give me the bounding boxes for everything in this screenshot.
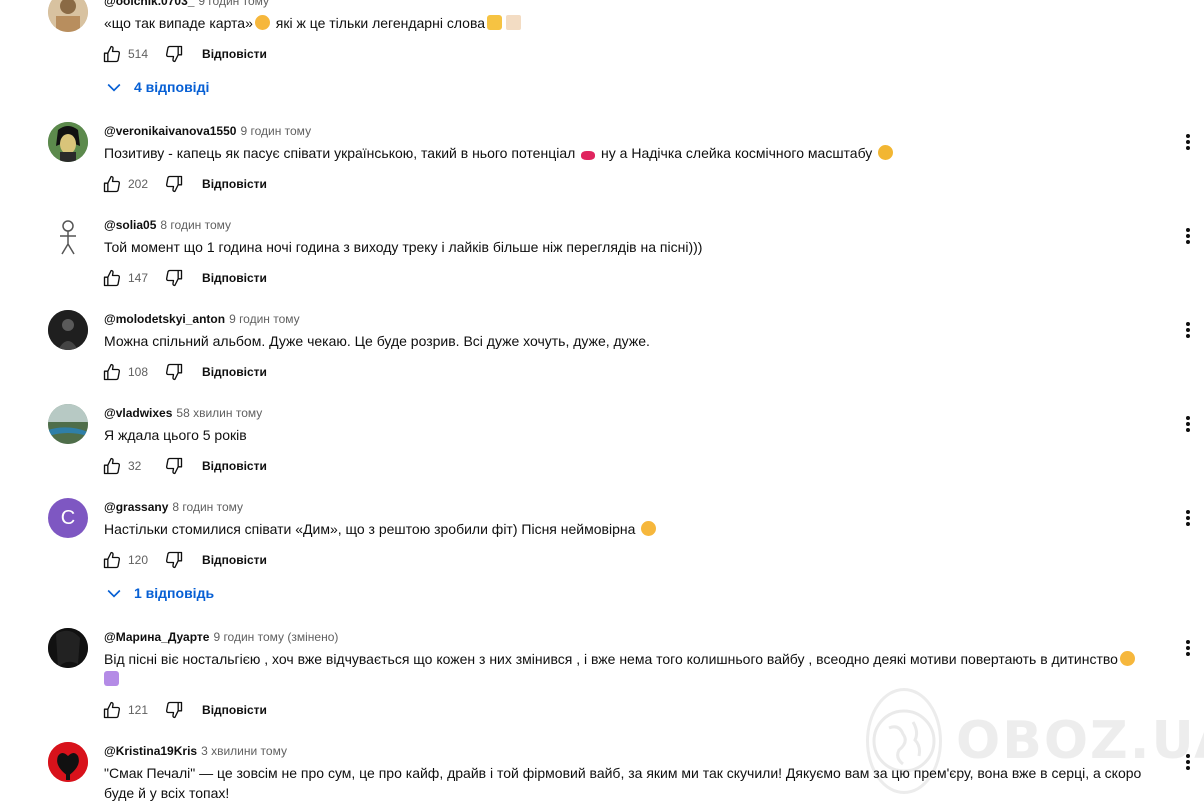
dislike-icon[interactable]: [162, 42, 186, 66]
avatar[interactable]: C: [48, 498, 88, 538]
reply-button[interactable]: Відповісти: [202, 177, 267, 191]
like-icon[interactable]: [100, 266, 124, 290]
comment-time[interactable]: 8 годин тому: [160, 218, 231, 232]
comment-author[interactable]: @solia05: [104, 218, 156, 232]
comment-text: Від пісні віє ностальгією , хоч вже вiдч…: [104, 649, 1174, 689]
comment-actions: 108 Відповісти: [100, 360, 267, 384]
more-options-icon[interactable]: [1176, 224, 1200, 248]
comment-author[interactable]: @Марина_Дуарте: [104, 630, 209, 644]
comment-time[interactable]: 9 годин тому: [240, 124, 311, 138]
more-options-icon[interactable]: [1176, 130, 1200, 154]
like-count: 121: [128, 703, 149, 717]
heart-eyes-emoji-icon: [641, 521, 657, 536]
dislike-icon[interactable]: [162, 548, 186, 572]
like-icon[interactable]: [100, 454, 124, 478]
comment-author[interactable]: @vladwixes: [104, 406, 172, 420]
like-count: 514: [128, 47, 149, 61]
avatar[interactable]: [48, 122, 88, 162]
dislike-icon[interactable]: [162, 698, 186, 722]
lips-emoji-icon: [581, 151, 596, 160]
avatar[interactable]: [48, 216, 88, 256]
comment-actions: 120 Відповісти: [100, 548, 267, 572]
like-count: 32: [128, 459, 142, 473]
pleading-face-emoji-icon: [1119, 651, 1135, 666]
skin-tone-emoji-icon: [506, 15, 522, 30]
avatar[interactable]: [48, 0, 88, 32]
like-icon[interactable]: [100, 698, 124, 722]
reply-button[interactable]: Відповісти: [202, 703, 267, 717]
chevron-down-icon: [104, 583, 124, 603]
comment-author[interactable]: @molodetskyi_anton: [104, 312, 225, 326]
purple-heart-emoji-icon: [104, 671, 119, 686]
comment-text: Позитиву - капець як пасує співати украї…: [104, 143, 1174, 163]
comment-actions: 121 Відповісти: [100, 698, 267, 722]
more-options-icon[interactable]: [1176, 636, 1200, 660]
comment-text: «що так випаде карта» які ж це тільки ле…: [104, 13, 1174, 33]
like-icon[interactable]: [100, 42, 124, 66]
comment-time[interactable]: 3 хвилини тому: [201, 744, 287, 758]
show-replies-button[interactable]: 1 відповідь: [104, 582, 214, 604]
reply-button[interactable]: Відповісти: [202, 553, 267, 567]
comment-time[interactable]: 9 годин тому: [198, 0, 269, 8]
comment-text: Той момент що 1 година ночі година з вих…: [104, 239, 703, 255]
like-count: 202: [128, 177, 149, 191]
comment-author[interactable]: @grassany: [104, 500, 168, 514]
nail-polish-emoji-icon: [878, 145, 894, 160]
avatar[interactable]: [48, 404, 88, 444]
pleading-face-emoji-icon: [254, 15, 270, 30]
dislike-icon[interactable]: [162, 172, 186, 196]
reply-button[interactable]: Відповісти: [202, 365, 267, 379]
heart-hands-emoji-icon: [487, 15, 503, 30]
dislike-icon[interactable]: [162, 360, 186, 384]
avatar[interactable]: [48, 742, 88, 782]
like-count: 147: [128, 271, 149, 285]
like-count: 108: [128, 365, 149, 379]
like-icon[interactable]: [100, 548, 124, 572]
like-icon[interactable]: [100, 360, 124, 384]
dislike-icon[interactable]: [162, 266, 186, 290]
more-options-icon[interactable]: [1176, 750, 1200, 774]
more-options-icon[interactable]: [1176, 506, 1200, 530]
like-icon[interactable]: [100, 172, 124, 196]
comment-author[interactable]: @veronikaivanova1550: [104, 124, 236, 138]
reply-button[interactable]: Відповісти: [202, 459, 267, 473]
avatar[interactable]: [48, 628, 88, 668]
more-options-icon[interactable]: [1176, 412, 1200, 436]
comment-author[interactable]: @oolchik.0703_: [104, 0, 194, 8]
comment-time[interactable]: 58 хвилин тому: [176, 406, 262, 420]
comment-time[interactable]: 9 годин тому (змінено): [213, 630, 338, 644]
more-options-icon[interactable]: [1176, 318, 1200, 342]
reply-button[interactable]: Відповісти: [202, 47, 267, 61]
comment-actions: 514 Відповісти: [100, 42, 267, 66]
show-replies-button[interactable]: 4 відповіді: [104, 76, 209, 98]
dislike-icon[interactable]: [162, 454, 186, 478]
chevron-down-icon: [104, 77, 124, 97]
comment-text: "Смак Печалі" — це зовсім не про сум, це…: [104, 765, 1142, 801]
comment-text: Можна спільний альбом. Дуже чекаю. Це бу…: [104, 333, 650, 349]
comment-time[interactable]: 9 годин тому: [229, 312, 300, 326]
comment-time[interactable]: 8 годин тому: [172, 500, 243, 514]
comment-author[interactable]: @Kristina19Kris: [104, 744, 197, 758]
comment-text: Настільки стомилися співати «Дим», що з …: [104, 519, 1174, 539]
reply-button[interactable]: Відповісти: [202, 271, 267, 285]
comment-text: Я ждала цього 5 років: [104, 427, 247, 443]
comment-actions: 147 Відповісти: [100, 266, 267, 290]
watermark-text: OBOZ.UA: [956, 711, 1204, 771]
comment-actions: 32 Відповісти: [100, 454, 267, 478]
avatar[interactable]: [48, 310, 88, 350]
like-count: 120: [128, 553, 149, 567]
comment-actions: 202 Відповісти: [100, 172, 267, 196]
